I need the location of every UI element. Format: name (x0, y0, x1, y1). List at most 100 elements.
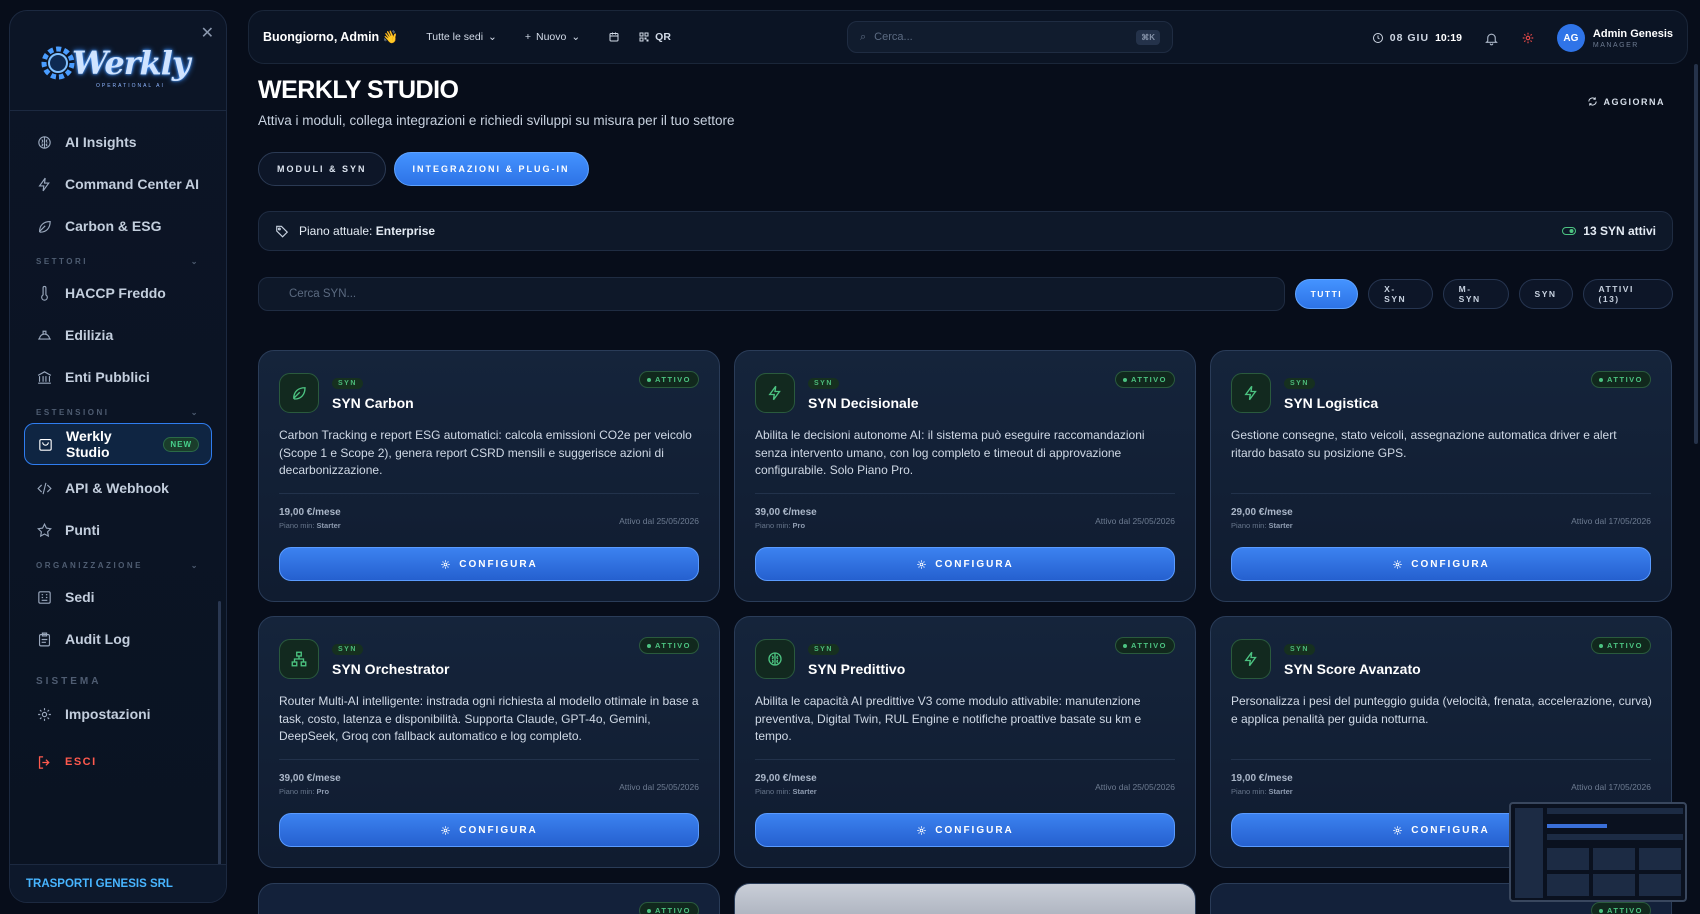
section-organizzazione[interactable]: ORGANIZZAZIONE ⌄ (24, 561, 212, 570)
werkly-logo[interactable]: Werkly OPERATIONAL AI (34, 39, 190, 89)
filter-x-syn[interactable]: X-SYN (1368, 279, 1433, 309)
card-title: SYN Logistica (1284, 395, 1379, 411)
syn-type-tag: SYN (808, 644, 839, 655)
search-icon: ⌕ (860, 30, 867, 43)
status-label: ATTIVO (655, 906, 691, 914)
logout-button[interactable]: ESCI (24, 741, 212, 783)
plan-min-value: Pro (316, 787, 330, 796)
sidebar-scrollbar[interactable] (218, 601, 221, 871)
sidebar-item-sedi[interactable]: Sedi (24, 576, 212, 618)
card-price: 29,00 €/mese (755, 773, 817, 784)
syn-search-input[interactable]: Cerca SYN... (258, 277, 1285, 311)
syn-card[interactable]: SYN SYN Predittivo ATTIVO Abilita le capaci… (734, 616, 1196, 868)
sidebar-item-api-webhook[interactable]: API & Webhook (24, 467, 212, 509)
card-plan-min: Piano min: Starter (1231, 787, 1293, 796)
sidebar-item-haccp[interactable]: HACCP Freddo (24, 272, 212, 314)
sidebar-item-edilizia[interactable]: Edilizia (24, 314, 212, 356)
syn-card[interactable]: SYN SYN Logistica ATTIVO Gestione consegne,… (1210, 350, 1672, 602)
section-estensioni[interactable]: ESTENSIONI ⌄ (24, 408, 212, 417)
card-title: SYN Decisionale (808, 395, 919, 411)
filter-attivi[interactable]: ATTIVI (13) (1582, 279, 1673, 309)
new-badge: NEW (163, 436, 199, 452)
store-icon (39, 438, 52, 451)
sidebar-item-enti-pubblici[interactable]: Enti Pubblici (24, 356, 212, 398)
status-badge: ATTIVO (639, 371, 699, 388)
calendar-icon (609, 32, 619, 42)
leaf-icon (38, 220, 51, 233)
chevron-down-icon: ⌄ (488, 31, 497, 43)
configure-button[interactable]: CONFIGURA (755, 547, 1175, 581)
sidebar-item-werkly-studio[interactable]: Werkly Studio NEW (24, 423, 212, 465)
sidebar-item-audit-log[interactable]: Audit Log (24, 618, 212, 660)
page-title: WERKLY STUDIO (258, 76, 459, 104)
sidebar-item-command-center[interactable]: Command Center AI (24, 163, 212, 205)
card-price: 19,00 €/mese (279, 507, 341, 518)
card-price: 39,00 €/mese (755, 507, 817, 518)
user-menu[interactable]: AG Admin Genesis MANAGER (1556, 24, 1673, 52)
search-input[interactable]: Cerca... (874, 31, 913, 43)
sidebar-item-label: AI Insights (65, 134, 137, 150)
sidebar-item-impostazioni[interactable]: Impostazioni (24, 693, 212, 735)
tab-integrazioni[interactable]: INTEGRAZIONI & PLUG-IN (393, 152, 589, 186)
status-dot (1599, 377, 1604, 382)
syn-card[interactable]: SYN SYN Orchestrator ATTIVO Router Multi-AI… (258, 616, 720, 868)
status-dot (647, 377, 652, 382)
qr-button[interactable]: QR (638, 31, 671, 43)
bolt-icon (38, 177, 50, 191)
filter-tutti[interactable]: TUTTI (1294, 279, 1359, 309)
card-price: 29,00 €/mese (1231, 507, 1293, 518)
syn-card-peek-loading[interactable] (734, 883, 1196, 914)
sidebar-item-punti[interactable]: Punti (24, 509, 212, 551)
active-syn-count: 13 SYN attivi (1562, 224, 1656, 238)
calendar-button[interactable] (608, 31, 620, 43)
new-dropdown[interactable]: + Nuovo ⌄ (525, 31, 580, 43)
card-active-since: Attivo dal 17/05/2026 (1571, 516, 1651, 526)
building-icon (38, 590, 51, 604)
syn-card-peek[interactable]: ATTIVO (258, 883, 720, 914)
sidebar-nav: AI Insights Command Center AI Carbon & E… (10, 111, 226, 793)
leaf-icon (293, 387, 306, 400)
configure-label: CONFIGURA (935, 558, 1014, 570)
main-content: WERKLY STUDIO Attiva i moduli, collega i… (258, 76, 1673, 311)
status-badge: ATTIVO (1115, 371, 1175, 388)
configure-button[interactable]: CONFIGURA (279, 547, 699, 581)
user-role: MANAGER (1592, 41, 1639, 49)
configure-button[interactable]: CONFIGURA (1231, 547, 1651, 581)
tab-moduli-syn[interactable]: MODULI & SYN (258, 152, 386, 186)
plan-min-value: Starter (792, 787, 817, 796)
global-search[interactable]: ⌕ Cerca... ⌘K (847, 21, 1173, 53)
topbar: Buongiorno, Admin 👋 Tutte le sedi ⌄ + Nuov… (248, 10, 1688, 64)
section-label: SISTEMA (36, 676, 102, 687)
status-badge: ATTIVO (1591, 637, 1651, 654)
syn-card[interactable]: SYN SYN Carbon ATTIVO Carbon Tracking e rep… (258, 350, 720, 602)
filter-syn[interactable]: SYN (1518, 279, 1573, 309)
sites-label: Tutte le sedi (426, 31, 484, 43)
settings-gear-icon[interactable] (1521, 31, 1535, 45)
close-sidebar-icon[interactable]: ✕ (201, 23, 214, 43)
page-scrollbar[interactable] (1694, 64, 1698, 444)
section-settori[interactable]: SETTORI ⌄ (24, 257, 212, 266)
configure-button[interactable]: CONFIGURA (755, 813, 1175, 847)
refresh-button[interactable]: AGGIORNA (1587, 96, 1666, 107)
code-icon (37, 482, 52, 494)
logo-area: Werkly OPERATIONAL AI ✕ (10, 11, 226, 111)
card-icon-box (1231, 639, 1271, 679)
section-label: SETTORI (36, 257, 89, 266)
bell-icon[interactable] (1484, 31, 1499, 46)
configure-button[interactable]: CONFIGURA (279, 813, 699, 847)
sidebar-item-ai-insights[interactable]: AI Insights (24, 121, 212, 163)
status-dot (1123, 643, 1128, 648)
sidebar-item-carbon-esg[interactable]: Carbon & ESG (24, 205, 212, 247)
card-price: 19,00 €/mese (1231, 773, 1293, 784)
plan-min-label: Piano min: (1231, 521, 1269, 530)
screen-preview-thumbnail[interactable] (1509, 802, 1687, 902)
bolt-icon (1244, 651, 1257, 667)
clock-date: 08 GIU (1389, 32, 1430, 44)
card-description: Carbon Tracking e report ESG automatici:… (279, 428, 692, 477)
status-badge: ATTIVO (1591, 371, 1651, 388)
sites-dropdown[interactable]: Tutte le sedi ⌄ (426, 31, 497, 43)
filter-m-syn[interactable]: M-SYN (1442, 279, 1509, 309)
card-divider (1231, 493, 1651, 494)
syn-card[interactable]: SYN SYN Decisionale ATTIVO Abilita le decis… (734, 350, 1196, 602)
status-dot (647, 908, 652, 913)
